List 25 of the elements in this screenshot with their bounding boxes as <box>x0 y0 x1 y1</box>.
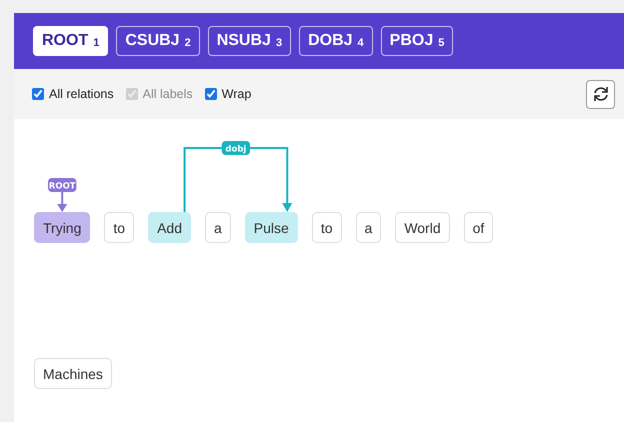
word-token[interactable]: Pulse <box>244 212 298 243</box>
relation-tab[interactable]: PBOJ 5 <box>380 26 454 56</box>
relation-tab[interactable]: ROOT 1 <box>33 26 108 56</box>
relation-tab[interactable]: NSUBJ 3 <box>208 26 292 56</box>
option-label: All labels <box>142 87 193 101</box>
word-token[interactable]: of <box>464 212 494 243</box>
word-token[interactable]: to <box>312 212 342 243</box>
relation-tab[interactable]: CSUBJ 2 <box>116 26 200 56</box>
word-token[interactable]: Trying <box>34 212 90 243</box>
relation-tab[interactable]: DOBJ 4 <box>299 26 373 56</box>
checkbox[interactable] <box>204 88 217 100</box>
word-token[interactable]: to <box>104 212 134 243</box>
root-arrow <box>57 192 68 212</box>
relation-label: dobj <box>222 141 250 155</box>
word-token[interactable]: a <box>205 212 231 243</box>
word-token[interactable]: Machines <box>34 358 112 389</box>
word-token[interactable]: World <box>395 212 450 243</box>
relation-label: ROOT <box>48 178 76 192</box>
option-label: All relations <box>49 87 114 101</box>
refresh-icon <box>592 86 610 102</box>
word-token[interactable]: a <box>356 212 382 243</box>
checkbox[interactable] <box>32 88 44 100</box>
option-label: Wrap <box>222 87 252 101</box>
word-token[interactable]: Add <box>148 212 191 243</box>
refresh-button[interactable] <box>586 80 615 108</box>
